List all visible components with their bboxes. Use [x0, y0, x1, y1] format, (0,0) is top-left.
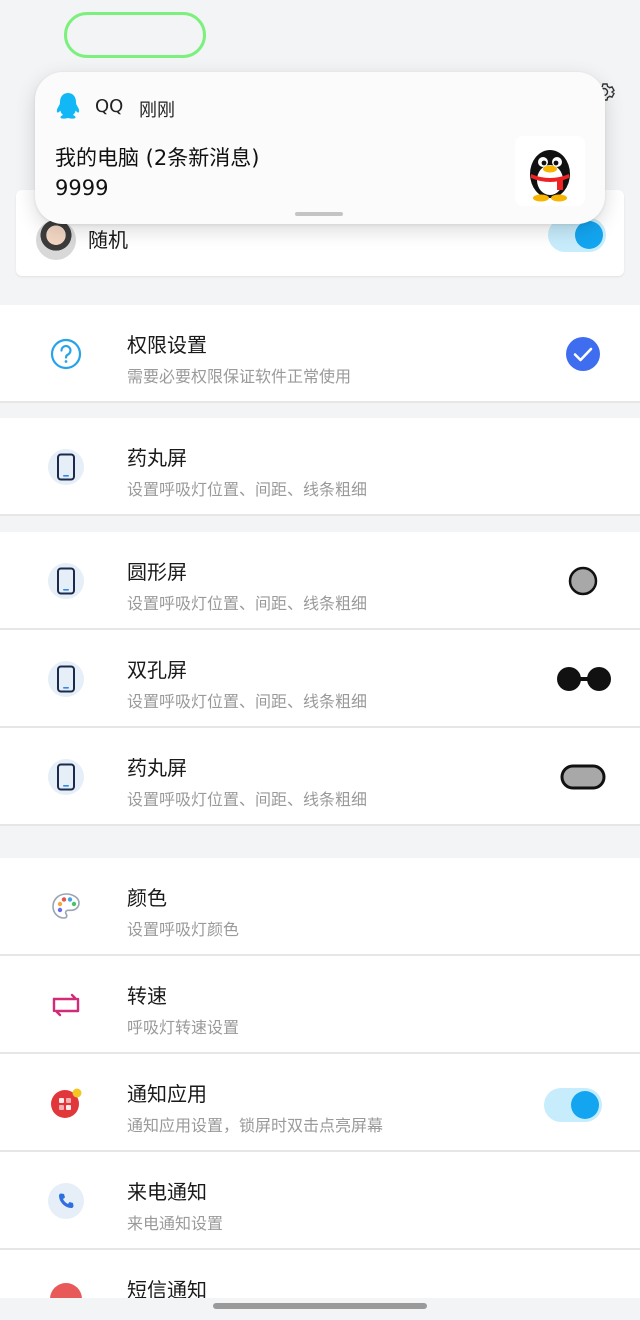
screen-type-title: 双孔屏 — [127, 658, 187, 682]
setting-title: 来电通知 — [127, 1180, 207, 1204]
notify-app-icon — [48, 1085, 84, 1121]
notification-banner[interactable]: QQ 刚刚 我的电脑 (2条新消息) 9999 — [35, 72, 605, 224]
home-indicator[interactable] — [213, 1303, 427, 1309]
screen: 随机 QQ 刚刚 我的电脑 (2条新消息) 9999 权限设置 需要必要权限保证… — [0, 0, 640, 1320]
permission-row[interactable]: 权限设置 需要必要权限保证软件正常使用 — [0, 305, 640, 403]
check-icon[interactable] — [566, 337, 600, 375]
phone-call-icon — [48, 1183, 84, 1219]
qq-app-icon — [56, 93, 80, 119]
setting-title: 通知应用 — [127, 1082, 207, 1106]
double-hole-indicator — [556, 666, 612, 696]
setting-title: 短信通知 — [127, 1278, 207, 1298]
settings-group: 颜色 设置呼吸灯颜色 转速 呼吸灯转速设置 通知应用 通知应用设置，锁屏时双击点… — [0, 858, 640, 1298]
screen-type-title: 圆形屏 — [127, 560, 187, 584]
setting-row[interactable]: 颜色 设置呼吸灯颜色 — [0, 858, 640, 956]
setting-subtitle: 呼吸灯转速设置 — [127, 1018, 240, 1037]
setting-subtitle: 设置呼吸灯颜色 — [127, 920, 240, 939]
screen-types-group: 圆形屏 设置呼吸灯位置、间距、线条粗细 双孔屏 设置呼吸灯位置、间距、线条粗细 … — [0, 532, 640, 826]
notification-app-name: QQ — [95, 96, 124, 117]
screen-type-row[interactable]: 药丸屏 设置呼吸灯位置、间距、线条粗细 — [0, 728, 640, 826]
notify-app-toggle[interactable] — [544, 1088, 602, 1122]
setting-title: 颜色 — [127, 886, 167, 910]
question-icon — [48, 336, 84, 372]
pill-screen-group: 药丸屏 设置呼吸灯位置、间距、线条粗细 — [0, 418, 640, 516]
status-pill — [64, 12, 206, 58]
notification-drag-handle[interactable] — [295, 212, 343, 216]
screen-type-row[interactable]: 双孔屏 设置呼吸灯位置、间距、线条粗细 — [0, 630, 640, 728]
setting-row[interactable]: 来电通知 来电通知设置 — [0, 1152, 640, 1250]
permission-title: 权限设置 — [127, 333, 207, 357]
screen-type-row[interactable]: 圆形屏 设置呼吸灯位置、间距、线条粗细 — [0, 532, 640, 630]
rotate-icon — [48, 987, 84, 1023]
notification-title: 我的电脑 (2条新消息) — [55, 146, 260, 170]
pill-screen-subtitle: 设置呼吸灯位置、间距、线条粗细 — [127, 480, 368, 499]
setting-row[interactable]: 通知应用 通知应用设置，锁屏时双击点亮屏幕 — [0, 1054, 640, 1152]
phone-icon — [48, 759, 84, 795]
screen-type-subtitle: 设置呼吸灯位置、间距、线条粗细 — [127, 790, 368, 809]
pill-screen-title: 药丸屏 — [127, 446, 187, 470]
palette-icon — [48, 889, 84, 925]
random-label: 随机 — [88, 228, 128, 252]
setting-title: 转速 — [127, 984, 167, 1008]
phone-icon — [48, 661, 84, 697]
setting-row[interactable]: 转速 呼吸灯转速设置 — [0, 956, 640, 1054]
sms-icon — [48, 1281, 84, 1298]
avatar — [36, 220, 76, 260]
notification-body: 9999 — [55, 176, 109, 200]
screen-type-subtitle: 设置呼吸灯位置、间距、线条粗细 — [127, 692, 368, 711]
setting-subtitle: 来电通知设置 — [127, 1214, 224, 1233]
pill-screen-row[interactable]: 药丸屏 设置呼吸灯位置、间距、线条粗细 — [0, 418, 640, 516]
permission-group: 权限设置 需要必要权限保证软件正常使用 — [0, 305, 640, 403]
screen-type-subtitle: 设置呼吸灯位置、间距、线条粗细 — [127, 594, 368, 613]
permission-subtitle: 需要必要权限保证软件正常使用 — [127, 367, 352, 386]
notification-time: 刚刚 — [139, 100, 175, 121]
screen-type-title: 药丸屏 — [127, 756, 187, 780]
setting-row[interactable]: 短信通知 — [0, 1250, 640, 1298]
phone-icon — [48, 449, 84, 485]
pill-screen-indicator — [560, 764, 606, 794]
phone-icon — [48, 563, 84, 599]
qq-penguin-avatar — [515, 136, 585, 206]
setting-subtitle: 通知应用设置，锁屏时双击点亮屏幕 — [127, 1116, 384, 1135]
circle-screen-indicator — [568, 566, 598, 600]
